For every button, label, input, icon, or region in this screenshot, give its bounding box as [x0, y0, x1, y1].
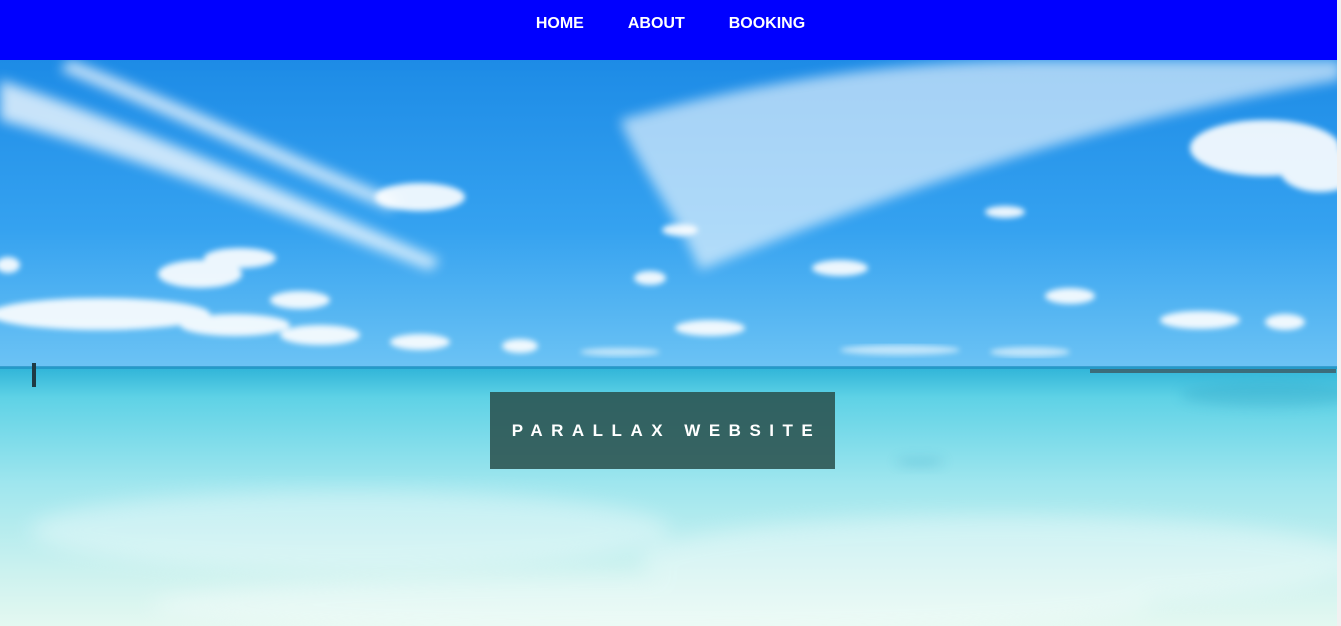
hero-title-box: PARALLAX WEBSITE — [490, 392, 835, 469]
nav-booking-link[interactable]: BOOKING — [729, 16, 805, 32]
nav-about-link[interactable]: ABOUT — [628, 16, 685, 32]
page: HOME ABOUT BOOKING PARALLAX WEBSITE — [0, 0, 1341, 626]
hero-background-image — [0, 60, 1341, 626]
hero-title: PARALLAX WEBSITE — [511, 420, 822, 440]
nav-home-link[interactable]: HOME — [536, 16, 584, 32]
top-navbar: HOME ABOUT BOOKING — [0, 0, 1341, 60]
page-scrollbar[interactable] — [1337, 0, 1341, 626]
